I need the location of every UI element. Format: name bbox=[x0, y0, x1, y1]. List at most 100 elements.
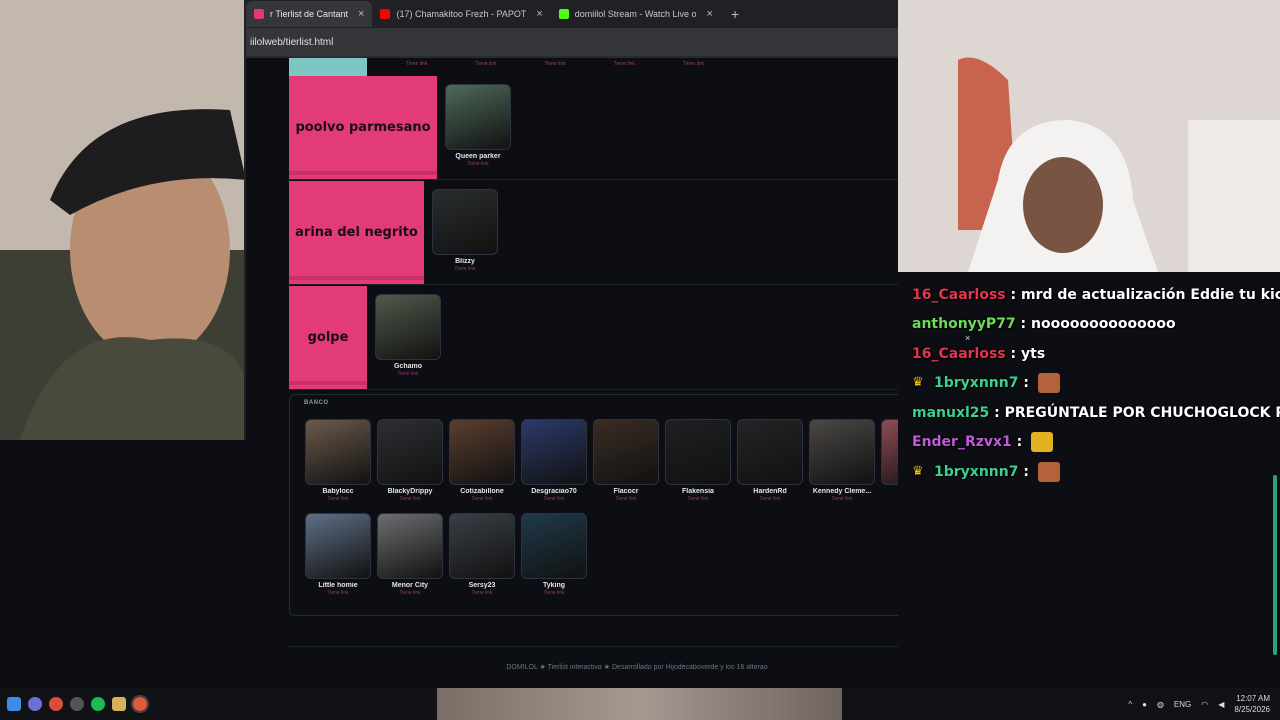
tier-label[interactable]: golpe bbox=[289, 286, 367, 389]
clock[interactable]: 12:07 AM 8/25/2026 bbox=[1234, 693, 1270, 715]
address-text[interactable]: iilolweb/tierlist.html bbox=[250, 37, 333, 48]
tab-favicon-icon bbox=[380, 9, 391, 19]
chat-username[interactable]: anthonyyP77 bbox=[912, 316, 1016, 332]
chat-username[interactable]: 1bryxnnn7 bbox=[934, 464, 1018, 480]
artist-name: Sersy23 bbox=[468, 582, 496, 589]
tray-overflow-icon[interactable]: ^ bbox=[1128, 700, 1132, 709]
webcam-right bbox=[898, 0, 1280, 272]
artist-card[interactable]: Sersy23 Tiene link bbox=[449, 513, 515, 596]
chat-overlay: 16_Caarloss : mrd de actualización Eddie… bbox=[912, 280, 1280, 487]
network-icon[interactable]: ◍ bbox=[1157, 700, 1164, 709]
artist-card[interactable]: BlackyDrippy Tiene link bbox=[377, 419, 443, 502]
artist-link[interactable]: Tiene link bbox=[521, 496, 587, 502]
folder-icon[interactable] bbox=[112, 697, 126, 711]
artist-link[interactable]: Tiene link bbox=[881, 496, 898, 502]
artist-photo bbox=[432, 189, 498, 255]
tab-label: domiilol Stream - Watch Live o bbox=[574, 9, 697, 19]
artist-link[interactable]: Tiene link bbox=[665, 496, 731, 502]
screen: r Tierlist de Cantant × (17) Chamakitoo Fr… bbox=[0, 0, 1280, 720]
address-bar[interactable]: iilolweb/tierlist.html bbox=[246, 28, 898, 56]
volume-icon[interactable]: ◀ bbox=[1218, 700, 1224, 709]
banco-panel: BANCO Babylocc Tiene link BlackyDrippy Tien… bbox=[289, 394, 898, 616]
artist-card[interactable]: LojaTiene link bbox=[881, 419, 898, 502]
artist-card[interactable]: Kennedy Cleme... Tiene link bbox=[809, 419, 875, 502]
tab-close-icon[interactable]: × bbox=[536, 8, 542, 20]
artist-link[interactable]: Tiene link bbox=[377, 496, 443, 502]
artist-link[interactable]: Tiene link bbox=[375, 371, 441, 377]
artist-link[interactable]: Tiene link bbox=[737, 496, 803, 502]
new-tab-button[interactable]: + bbox=[731, 6, 739, 22]
artist-link[interactable]: Tiene link bbox=[449, 496, 515, 502]
artist-card[interactable]: Menor City Tiene link bbox=[377, 513, 443, 596]
artist-card[interactable]: Desgraciao70 Tiene link bbox=[521, 419, 587, 502]
artist-link[interactable]: Tiene link bbox=[406, 61, 427, 67]
artist-card[interactable]: Queen parker Tiene link bbox=[445, 84, 511, 167]
artist-card[interactable]: Gchamo Tiene link bbox=[375, 294, 441, 377]
browser-active-icon[interactable] bbox=[131, 695, 149, 713]
tier-label[interactable]: arina del negrito bbox=[289, 181, 424, 284]
artist-card[interactable]: Tyking Tiene link bbox=[521, 513, 587, 596]
discord-icon[interactable] bbox=[28, 697, 42, 711]
chat-separator: : bbox=[1018, 375, 1034, 392]
artist-link[interactable]: Tiene link bbox=[544, 61, 565, 67]
obs-icon[interactable] bbox=[70, 697, 84, 711]
browser-tab[interactable]: r Tierlist de Cantant × bbox=[246, 1, 373, 27]
tab-close-icon[interactable]: × bbox=[358, 8, 364, 20]
artist-card[interactable]: HardenRd Tiene link bbox=[737, 419, 803, 502]
tab-favicon-icon bbox=[558, 9, 569, 19]
chat-message: 16_Caarloss : mrd de actualización Eddie… bbox=[912, 280, 1280, 310]
artist-photo bbox=[375, 294, 441, 360]
windows-start-icon[interactable] bbox=[7, 697, 21, 711]
artist-card[interactable]: Babylocc Tiene link bbox=[305, 419, 371, 502]
chat-message: ♛ 1bryxnnn7 : bbox=[912, 369, 1280, 399]
chat-message: Ender_Rzvx1 : bbox=[912, 428, 1280, 458]
artist-link[interactable]: Tiene link bbox=[449, 590, 515, 596]
chat-message: ♛ 1bryxnnn7 : bbox=[912, 457, 1280, 487]
artist-card[interactable]: Cotizabillone Tiene link bbox=[449, 419, 515, 502]
crown-badge-icon: ♛ bbox=[912, 463, 924, 479]
banco-title: BANCO bbox=[304, 400, 329, 406]
webcam-right-image bbox=[898, 0, 1280, 272]
chat-username[interactable]: 16_Caarloss bbox=[912, 346, 1006, 362]
chrome-icon[interactable] bbox=[49, 697, 63, 711]
microphone-icon[interactable]: ● bbox=[1142, 700, 1147, 709]
chat-username[interactable]: 16_Caarloss bbox=[912, 287, 1006, 303]
chat-close-icon[interactable]: × bbox=[965, 333, 970, 343]
chat-message: 16_Caarloss : yts bbox=[912, 339, 1280, 369]
artist-name: Loja bbox=[881, 488, 898, 495]
artist-card[interactable]: Blizzy Tiene link bbox=[432, 189, 498, 272]
artist-link[interactable]: Tiene link bbox=[305, 590, 371, 596]
artist-link[interactable]: Tiene link bbox=[593, 496, 659, 502]
chat-username[interactable]: manuxl25 bbox=[912, 405, 989, 421]
tier-row: golpe Gchamo Tiene link bbox=[289, 286, 898, 390]
tier-label[interactable]: poolvo parmesano bbox=[289, 76, 437, 179]
artist-link[interactable]: Tiene link bbox=[521, 590, 587, 596]
artist-name: Gchamo bbox=[393, 363, 422, 370]
artist-card[interactable]: Flakensia Tiene link bbox=[665, 419, 731, 502]
spotify-icon[interactable] bbox=[91, 697, 105, 711]
chat-scroll-indicator[interactable] bbox=[1273, 475, 1277, 655]
tab-favicon-icon bbox=[254, 9, 264, 19]
chat-username[interactable]: 1bryxnnn7 bbox=[934, 375, 1018, 391]
browser-tab[interactable]: domiilol Stream - Watch Live o × bbox=[551, 1, 721, 27]
artist-photo bbox=[449, 513, 515, 579]
artist-link[interactable]: Tiene link bbox=[432, 266, 498, 272]
browser-tab[interactable]: (17) Chamakitoo Frezh - PAPOT × bbox=[372, 1, 550, 27]
chat-text: yts bbox=[1021, 345, 1046, 362]
artist-link[interactable]: Tiene link bbox=[475, 61, 496, 67]
tierlist-page: Tiene link Tiene link Tiene link Tiene link… bbox=[246, 58, 898, 698]
chat-username[interactable]: Ender_Rzvx1 bbox=[912, 434, 1012, 450]
wifi-icon[interactable]: ◠ bbox=[1201, 700, 1208, 709]
artist-card[interactable]: Little homie Tiene link bbox=[305, 513, 371, 596]
language-indicator[interactable]: ENG bbox=[1174, 700, 1191, 709]
artist-name: HardenRd bbox=[753, 488, 787, 495]
artist-link[interactable]: Tiene link bbox=[614, 61, 635, 67]
artist-link[interactable]: Tiene link bbox=[305, 496, 371, 502]
tab-close-icon[interactable]: × bbox=[707, 8, 713, 20]
artist-link[interactable]: Tiene link bbox=[377, 590, 443, 596]
chat-separator: : bbox=[1018, 463, 1034, 480]
artist-link[interactable]: Tiene link bbox=[445, 161, 511, 167]
artist-card[interactable]: Flacocr Tiene link bbox=[593, 419, 659, 502]
artist-link[interactable]: Tiene link bbox=[809, 496, 875, 502]
artist-link[interactable]: Tiene link bbox=[683, 61, 704, 67]
